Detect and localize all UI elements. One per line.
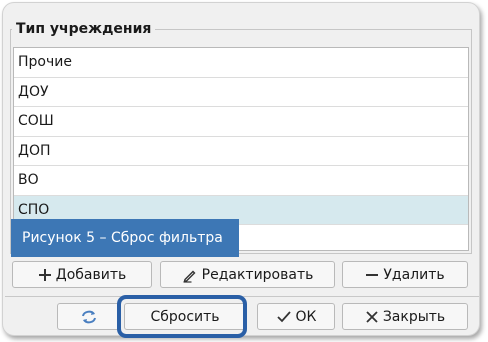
ok-button[interactable]: ОК [257,303,335,330]
plus-icon [38,268,52,282]
edit-button-label: Редактировать [201,266,314,283]
list-item-label: Прочие [18,54,72,71]
delete-button-label: Удалить [383,266,445,283]
add-button-label: Добавить [55,266,127,283]
delete-button[interactable]: Удалить [342,261,468,288]
list-item-label: СПО [18,201,50,218]
refresh-button[interactable] [57,303,121,330]
list-item-label: ДОУ [18,83,49,100]
list-item[interactable]: ДОП [14,137,468,166]
minus-icon [365,268,379,282]
close-button-label: Закрыть [382,308,446,325]
ok-button-label: ОК [295,308,317,325]
add-button[interactable]: Добавить [12,261,152,288]
list-item-label: СОШ [18,113,54,130]
list-item[interactable]: СОШ [14,107,468,137]
reset-button-label: Сбросить [150,308,220,325]
close-icon [365,310,379,324]
footer-divider [5,296,479,297]
edit-button[interactable]: Редактировать [160,261,335,288]
list-item[interactable]: ВО [14,166,468,196]
group-title: Тип учреждения [12,19,156,39]
checkmark-icon [276,310,292,324]
filter-dialog: Тип учреждения Прочие ДОУ СОШ ДОП ВО СПО… [2,2,480,336]
list-item[interactable]: ДОУ [14,78,468,107]
reset-button[interactable]: Сбросить [124,303,246,330]
figure-caption: Рисунок 5 – Сброс фильтра [11,219,239,257]
close-button[interactable]: Закрыть [342,303,468,330]
refresh-icon [80,309,98,325]
list-item-label: ВО [18,172,39,189]
list-item-label: ДОП [18,142,51,159]
list-item[interactable]: Прочие [14,48,468,78]
pencil-icon [182,267,198,283]
